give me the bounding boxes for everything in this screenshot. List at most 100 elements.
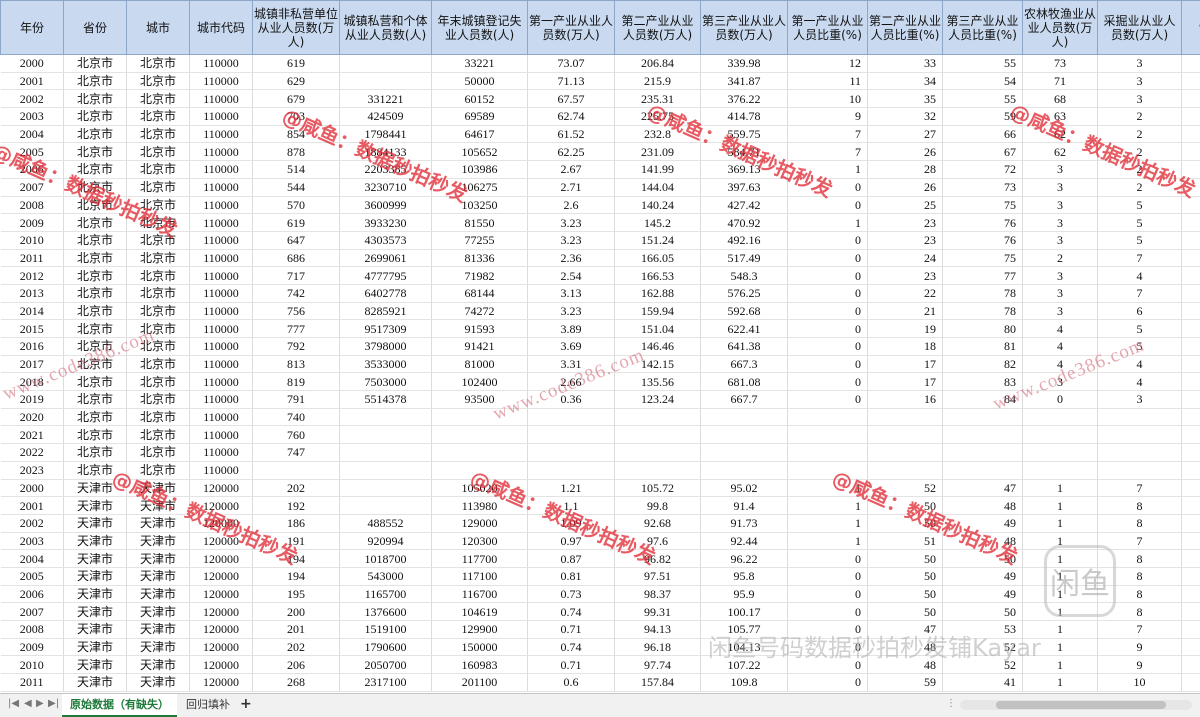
table-cell[interactable]: 3 xyxy=(1098,391,1182,409)
table-cell[interactable]: 60152 xyxy=(432,90,528,108)
table-cell[interactable]: 0.36 xyxy=(528,391,615,409)
table-cell[interactable]: 1798441 xyxy=(340,125,432,143)
table-cell[interactable]: 1 xyxy=(788,514,868,532)
table-cell[interactable]: 2020 xyxy=(1,408,64,426)
table-cell[interactable] xyxy=(1182,214,1200,232)
table-cell[interactable]: 120000 xyxy=(190,497,253,515)
table-cell[interactable]: 194 xyxy=(253,567,340,585)
table-cell[interactable]: 2022 xyxy=(1,444,64,462)
table-cell[interactable]: 78 xyxy=(943,284,1023,302)
table-cell[interactable] xyxy=(1182,567,1200,585)
table-cell[interactable]: 679 xyxy=(253,90,340,108)
table-cell[interactable]: 0 xyxy=(788,585,868,603)
table-cell[interactable]: 天津市 xyxy=(64,479,127,497)
table-cell[interactable]: 7 xyxy=(1098,284,1182,302)
table-cell[interactable]: 110000 xyxy=(190,391,253,409)
table-cell[interactable]: 0 xyxy=(1023,391,1098,409)
table-cell[interactable] xyxy=(1182,621,1200,639)
table-cell[interactable]: 129900 xyxy=(432,621,528,639)
table-cell[interactable]: 天津市 xyxy=(127,638,190,656)
table-cell[interactable]: 117700 xyxy=(432,550,528,568)
table-cell[interactable]: 151.04 xyxy=(615,320,701,338)
table-cell[interactable]: 北京市 xyxy=(64,108,127,126)
table-cell[interactable]: 2699061 xyxy=(340,249,432,267)
table-cell[interactable]: 1165700 xyxy=(340,585,432,603)
table-cell[interactable]: 0 xyxy=(788,621,868,639)
table-cell[interactable]: 120000 xyxy=(190,514,253,532)
table-cell[interactable] xyxy=(1182,161,1200,179)
table-cell[interactable]: 3 xyxy=(1023,161,1098,179)
table-cell[interactable]: 1 xyxy=(1023,638,1098,656)
table-cell[interactable]: 792 xyxy=(253,338,340,356)
table-cell[interactable] xyxy=(1023,461,1098,479)
table-cell[interactable]: 83 xyxy=(943,373,1023,391)
table-cell[interactable]: 17 xyxy=(868,355,943,373)
table-cell[interactable]: 天津市 xyxy=(64,497,127,515)
table-cell[interactable]: 116700 xyxy=(432,585,528,603)
table-cell[interactable]: 50 xyxy=(868,603,943,621)
table-cell[interactable]: 北京市 xyxy=(127,214,190,232)
table-cell[interactable]: 63 xyxy=(1023,108,1098,126)
table-cell[interactable]: 48 xyxy=(868,656,943,674)
table-cell[interactable]: 8 xyxy=(1098,497,1182,515)
table-cell[interactable]: 93500 xyxy=(432,391,528,409)
table-cell[interactable]: 268 xyxy=(253,674,340,692)
table-cell[interactable]: 2 xyxy=(1098,178,1182,196)
table-cell[interactable]: 107.22 xyxy=(701,656,788,674)
table-cell[interactable] xyxy=(1182,196,1200,214)
table-cell[interactable]: 6 xyxy=(1098,302,1182,320)
table-cell[interactable]: 1 xyxy=(788,161,868,179)
table-cell[interactable]: 592.68 xyxy=(701,302,788,320)
table-cell[interactable]: 543000 xyxy=(340,567,432,585)
table-cell[interactable]: 110000 xyxy=(190,408,253,426)
table-cell[interactable]: 28 xyxy=(868,161,943,179)
table-cell[interactable]: 98.37 xyxy=(615,585,701,603)
table-cell[interactable]: 天津市 xyxy=(64,550,127,568)
table-cell[interactable]: 41 xyxy=(943,674,1023,692)
table-cell[interactable]: 北京市 xyxy=(127,108,190,126)
table-cell[interactable] xyxy=(1182,532,1200,550)
table-cell[interactable]: 1 xyxy=(1023,479,1098,497)
table-cell[interactable] xyxy=(1182,178,1200,196)
table-cell[interactable]: 北京市 xyxy=(127,143,190,161)
table-cell[interactable]: 162.88 xyxy=(615,284,701,302)
table-cell[interactable]: 667.3 xyxy=(701,355,788,373)
table-cell[interactable]: 3600999 xyxy=(340,196,432,214)
table-cell[interactable]: 544 xyxy=(253,178,340,196)
table-cell[interactable] xyxy=(1182,585,1200,603)
table-cell[interactable]: 2.66 xyxy=(528,373,615,391)
table-cell[interactable]: 3 xyxy=(1023,373,1098,391)
table-cell[interactable]: 878 xyxy=(253,143,340,161)
table-cell[interactable]: 97.6 xyxy=(615,532,701,550)
table-cell[interactable]: 760 xyxy=(253,426,340,444)
table-cell[interactable]: 105.72 xyxy=(615,479,701,497)
table-cell[interactable]: 天津市 xyxy=(127,585,190,603)
table-cell[interactable]: 1790600 xyxy=(340,638,432,656)
table-cell[interactable]: 76 xyxy=(943,214,1023,232)
table-cell[interactable]: 195 xyxy=(253,585,340,603)
table-cell[interactable]: 339.98 xyxy=(701,55,788,73)
table-cell[interactable]: 622.41 xyxy=(701,320,788,338)
table-cell[interactable]: 105020 xyxy=(432,479,528,497)
table-cell[interactable]: 92.68 xyxy=(615,514,701,532)
table-cell[interactable]: 81 xyxy=(943,338,1023,356)
table-cell[interactable]: 206.84 xyxy=(615,55,701,73)
table-cell[interactable]: 0 xyxy=(788,638,868,656)
table-cell[interactable]: 231.09 xyxy=(615,143,701,161)
column-header[interactable]: 第一产业从业人员数(万人) xyxy=(528,1,615,55)
table-cell[interactable]: 341.87 xyxy=(701,72,788,90)
table-cell[interactable]: 120000 xyxy=(190,567,253,585)
table-cell[interactable]: 9 xyxy=(1098,656,1182,674)
table-cell[interactable] xyxy=(701,461,788,479)
table-cell[interactable]: 641.38 xyxy=(701,338,788,356)
table-cell[interactable]: 0.71 xyxy=(528,656,615,674)
table-cell[interactable] xyxy=(1098,444,1182,462)
table-cell[interactable]: 24 xyxy=(868,249,943,267)
table-cell[interactable]: 105652 xyxy=(432,143,528,161)
table-cell[interactable]: 35 xyxy=(868,90,943,108)
table-cell[interactable]: 2.6 xyxy=(528,196,615,214)
table-cell[interactable] xyxy=(1182,391,1200,409)
table-cell[interactable]: 34 xyxy=(868,72,943,90)
table-cell[interactable] xyxy=(868,426,943,444)
table-cell[interactable]: 2000 xyxy=(1,55,64,73)
